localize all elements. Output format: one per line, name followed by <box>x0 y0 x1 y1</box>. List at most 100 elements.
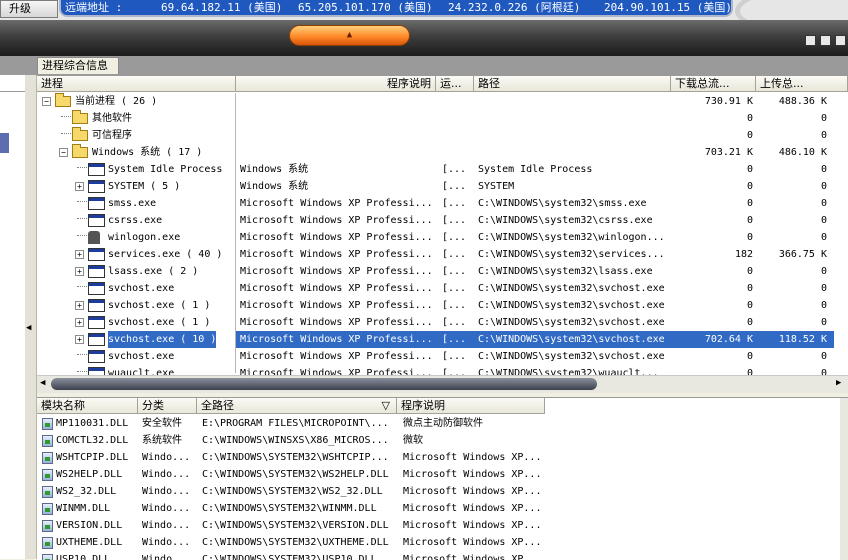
scroll-thumb[interactable] <box>51 378 597 390</box>
table-row[interactable]: 其他软件 0 0 <box>37 110 834 127</box>
expand-node-icon[interactable]: + <box>75 250 84 259</box>
column-header-full-path[interactable]: 全路径 ▽ <box>197 398 397 414</box>
table-row[interactable]: wuauclt.exe Microsoft Windows XP Professi… <box>37 365 834 375</box>
process-name[interactable]: winlogon.exe <box>108 229 180 246</box>
process-name[interactable]: svchost.exe <box>108 348 174 365</box>
maximize-icon[interactable] <box>820 35 831 46</box>
process-horizontal-scrollbar[interactable]: ◀ ▶ <box>37 375 848 393</box>
scroll-left-icon[interactable]: ◀ <box>40 378 45 388</box>
folder-icon <box>72 127 88 141</box>
process-desc-cell: Microsoft Windows XP Professi... <box>240 232 433 243</box>
process-name[interactable]: Windows 系统 ( 17 ) <box>92 144 202 161</box>
process-name[interactable]: csrss.exe <box>108 212 162 229</box>
expand-node-icon[interactable]: + <box>75 182 84 191</box>
column-header-description[interactable]: 程序说明 <box>236 76 436 92</box>
table-row[interactable]: + SYSTEM ( 5 ) Windows 系统 [... SYSTEM 0 0 <box>37 178 834 195</box>
table-row[interactable]: + svchost.exe ( 1 ) Microsoft Windows XP P… <box>37 297 834 314</box>
process-name[interactable]: svchost.exe <box>108 280 174 297</box>
column-header-category[interactable]: 分类 <box>138 398 197 414</box>
process-path-cell <box>478 144 671 161</box>
tab-process-info[interactable]: 进程综合信息 <box>37 57 119 74</box>
table-row[interactable]: svchost.exe Microsoft Windows XP Professi… <box>37 280 834 297</box>
table-row[interactable]: 可信程序 0 0 <box>37 127 834 144</box>
process-name[interactable]: smss.exe <box>108 195 156 212</box>
table-row[interactable]: − 当前进程 ( 26 ) 730.91 K 488.36 K <box>37 93 834 110</box>
left-panel-selected-item[interactable] <box>0 133 9 153</box>
table-row[interactable]: winlogon.exe Microsoft Windows XP Profess… <box>37 229 834 246</box>
table-row[interactable]: + svchost.exe ( 10 ) Microsoft Windows XP … <box>37 331 834 348</box>
table-row[interactable]: WSHTCPIP.DLL Windo... C:\WINDOWS\SYSTEM32\… <box>37 449 840 466</box>
module-desc-cell: Microsoft Windows XP... <box>403 469 542 480</box>
process-name[interactable]: lsass.exe ( 2 ) <box>108 263 198 280</box>
column-header-download[interactable]: 下载总流... <box>671 76 756 92</box>
process-name[interactable]: services.exe ( 40 ) <box>108 246 222 263</box>
process-name[interactable]: SYSTEM ( 5 ) <box>108 178 180 195</box>
restore-icon[interactable] <box>805 35 816 46</box>
process-window-icon <box>88 248 105 261</box>
scroll-right-icon[interactable]: ▶ <box>836 378 841 388</box>
column-header-module-description[interactable]: 程序说明 <box>397 398 545 414</box>
table-row[interactable]: MP110031.DLL 安全软件 E:\PROGRAM FILES\MICROPO… <box>37 415 840 432</box>
table-row[interactable]: WINMM.DLL Windo... C:\WINDOWS\SYSTEM32\WIN… <box>37 500 840 517</box>
expand-node-icon[interactable]: + <box>75 335 84 344</box>
close-icon[interactable] <box>835 35 846 46</box>
table-row[interactable]: + services.exe ( 40 ) Microsoft Windows XP… <box>37 246 834 263</box>
remote-address-1[interactable]: 69.64.182.11 (美国) <box>161 0 282 15</box>
expand-node-icon[interactable]: + <box>75 318 84 327</box>
process-name[interactable]: svchost.exe ( 1 ) <box>108 314 210 331</box>
collapse-toggle-button[interactable]: ▲ <box>289 25 410 46</box>
table-row[interactable]: System Idle Process Windows 系统 [... System … <box>37 161 834 178</box>
process-path-cell: C:\WINDOWS\system32\svchost.exe <box>478 351 665 362</box>
tab-strip <box>0 56 848 75</box>
table-row[interactable]: UXTHEME.DLL Windo... C:\WINDOWS\SYSTEM32\U… <box>37 534 840 551</box>
collapse-left-icon[interactable]: ◀ <box>26 323 31 333</box>
table-row[interactable]: svchost.exe Microsoft Windows XP Professi… <box>37 348 834 365</box>
process-up-cell: 0 <box>820 181 827 192</box>
process-window-icon <box>88 180 105 193</box>
table-row[interactable]: csrss.exe Microsoft Windows XP Professi..… <box>37 212 834 229</box>
module-name-cell: WINMM.DLL <box>56 503 111 514</box>
remote-address-2[interactable]: 65.205.101.170 (美国) <box>298 0 433 15</box>
collapse-node-icon[interactable]: − <box>42 97 51 106</box>
panel-splitter[interactable]: ◀ <box>25 75 37 559</box>
column-header-process[interactable]: 进程 <box>37 76 236 92</box>
column-header-module-name[interactable]: 模块名称 <box>37 398 138 414</box>
process-desc-cell: Microsoft Windows XP Professi... <box>240 249 433 260</box>
table-row[interactable]: smss.exe Microsoft Windows XP Professi...… <box>37 195 834 212</box>
table-row[interactable]: VERSION.DLL Windo... C:\WINDOWS\SYSTEM32\V… <box>37 517 840 534</box>
process-name[interactable]: System Idle Process <box>108 161 222 178</box>
process-vertical-scroll[interactable] <box>834 93 848 375</box>
remote-address-4[interactable]: 204.90.101.15 (美国) <box>604 0 732 15</box>
table-row[interactable]: + lsass.exe ( 2 ) Microsoft Windows XP Pro… <box>37 263 834 280</box>
process-up-cell: 0 <box>820 283 827 294</box>
upgrade-button[interactable]: 升级 <box>0 0 58 18</box>
module-path-cell: C:\WINDOWS\SYSTEM32\WS2HELP.DLL <box>202 469 389 480</box>
process-desc-cell: Microsoft Windows XP Professi... <box>240 215 433 226</box>
collapse-node-icon[interactable]: − <box>59 148 68 157</box>
process-run-cell <box>442 93 474 110</box>
expand-node-icon[interactable]: + <box>75 267 84 276</box>
tree-line <box>77 235 87 237</box>
table-row[interactable]: COMCTL32.DLL 系统软件 C:\WINDOWS\WINSXS\X86_MI… <box>37 432 840 449</box>
process-name[interactable]: 当前进程 ( 26 ) <box>75 93 157 110</box>
table-row[interactable]: − Windows 系统 ( 17 ) 703.21 K 486.10 K <box>37 144 834 161</box>
process-name[interactable]: svchost.exe ( 1 ) <box>108 297 210 314</box>
table-row[interactable]: WS2_32.DLL Windo... C:\WINDOWS\SYSTEM32\WS… <box>37 483 840 500</box>
table-row[interactable]: + svchost.exe ( 1 ) Microsoft Windows XP P… <box>37 314 834 331</box>
process-down-cell: 0 <box>746 283 753 294</box>
process-down-cell: 0 <box>746 300 753 311</box>
tree-line <box>77 201 87 203</box>
table-row[interactable]: WS2HELP.DLL Windo... C:\WINDOWS\SYSTEM32\W… <box>37 466 840 483</box>
column-header-run[interactable]: 运... <box>436 76 474 92</box>
column-header-upload[interactable]: 上传总... <box>756 76 848 92</box>
remote-address-3[interactable]: 24.232.0.226 (阿根廷) <box>448 0 580 15</box>
process-name[interactable]: wuauclt.exe <box>108 365 174 375</box>
process-name[interactable]: svchost.exe ( 10 ) <box>108 331 217 348</box>
process-up-cell: 0 <box>820 232 827 243</box>
process-name[interactable]: 其他软件 <box>92 110 132 127</box>
module-name-cell: MP110031.DLL <box>56 418 129 429</box>
column-header-path[interactable]: 路径 <box>474 76 671 92</box>
module-vertical-scroll[interactable] <box>840 398 848 560</box>
expand-node-icon[interactable]: + <box>75 301 84 310</box>
process-name[interactable]: 可信程序 <box>92 127 132 144</box>
